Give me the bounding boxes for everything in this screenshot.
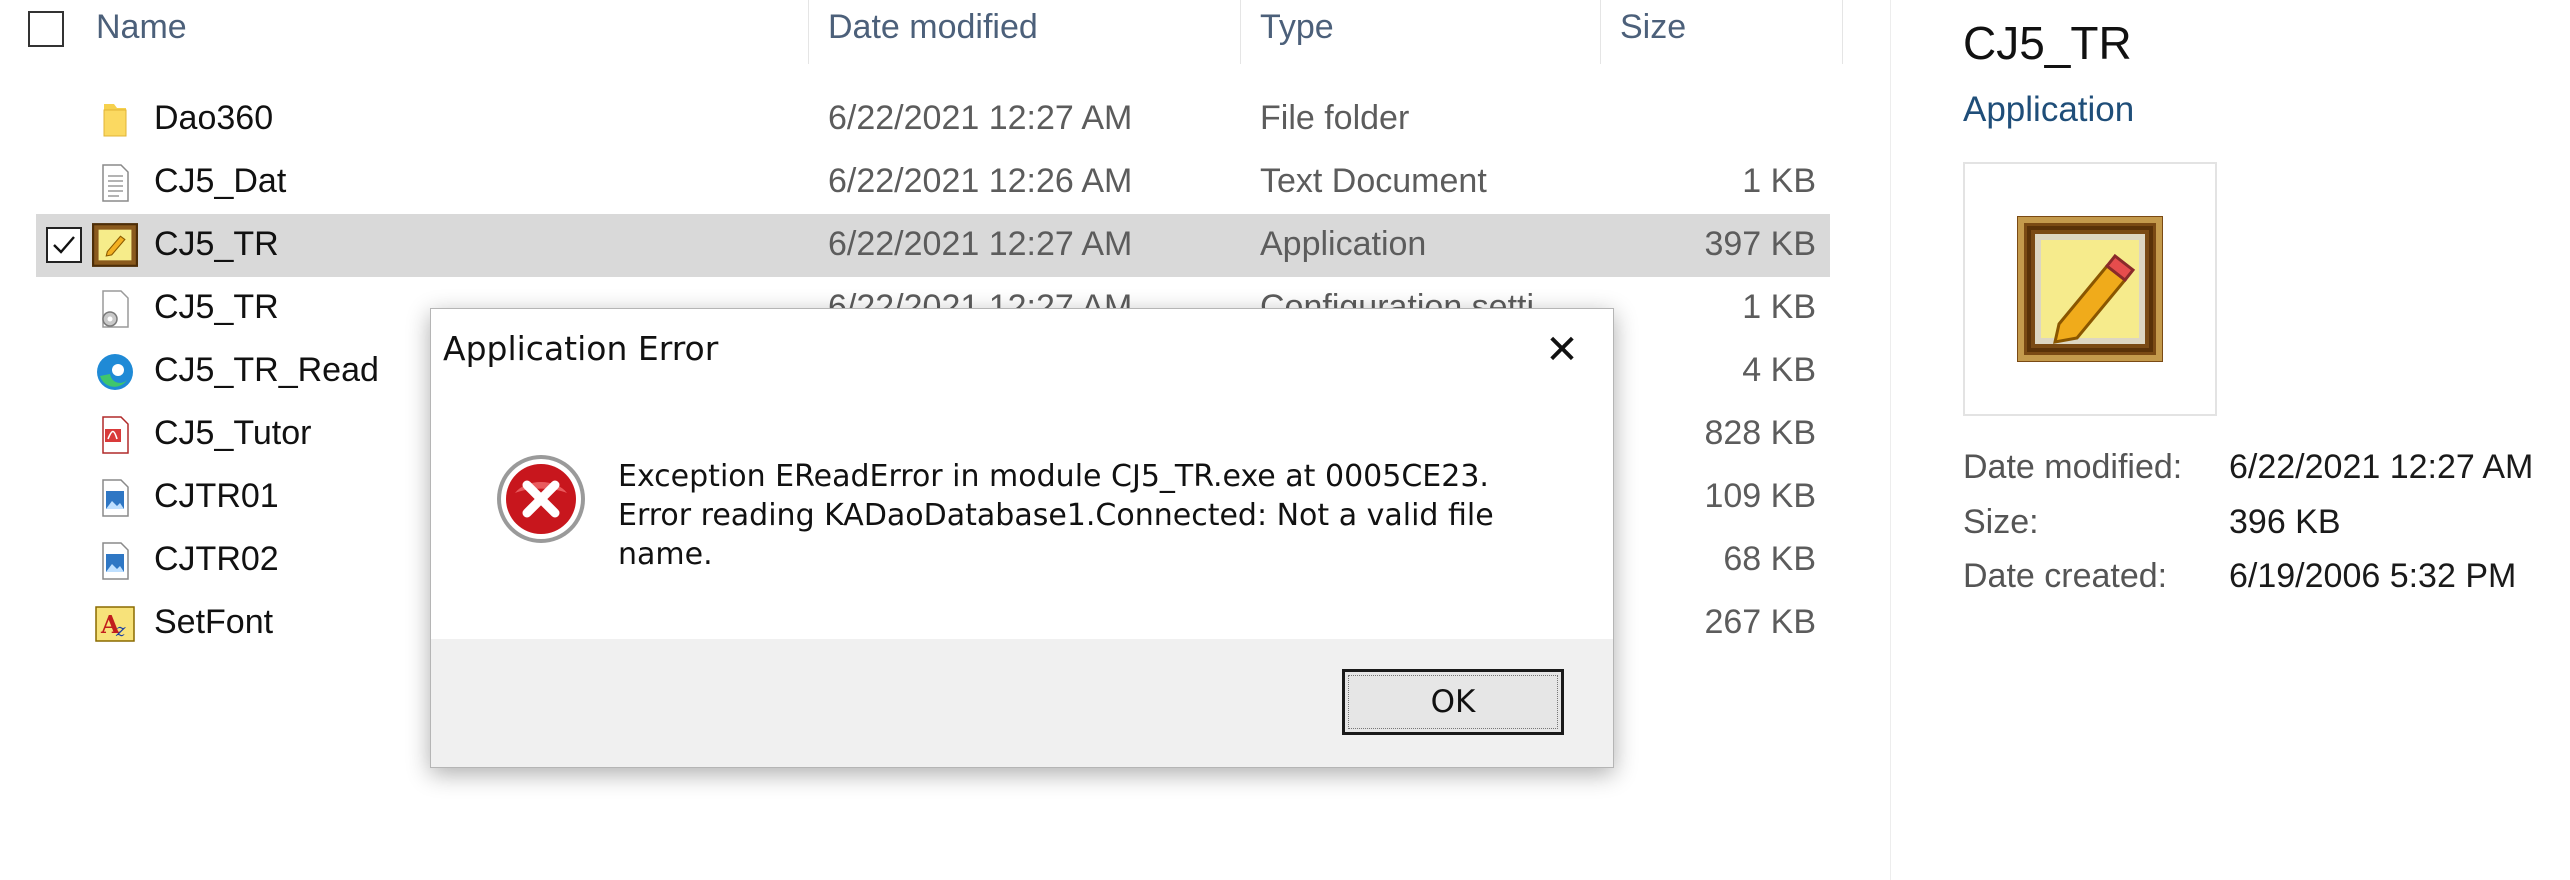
edge-browser-icon bbox=[97, 354, 133, 390]
column-divider[interactable] bbox=[1842, 0, 1843, 64]
ok-button[interactable]: OK bbox=[1342, 669, 1564, 735]
image-file-icon bbox=[102, 542, 129, 580]
details-label-date-modified: Date modified: bbox=[1963, 448, 2183, 486]
column-header-type[interactable]: Type bbox=[1260, 8, 1334, 47]
file-row-cj5-dat[interactable]: CJ5_Dat 6/22/2021 12:26 AM Text Document… bbox=[36, 151, 1830, 214]
svg-text:z: z bbox=[115, 620, 126, 641]
column-header-date-modified[interactable]: Date modified bbox=[828, 8, 1038, 47]
close-icon[interactable]: ✕ bbox=[1533, 321, 1591, 379]
error-icon bbox=[497, 455, 585, 543]
file-type: Text Document bbox=[1260, 162, 1487, 200]
dialog-message-line: Error reading KADaoDatabase1.Connected: … bbox=[618, 498, 1494, 533]
file-type: Application bbox=[1260, 225, 1427, 263]
file-name: CJ5_TR bbox=[154, 288, 279, 326]
file-row-cj5-tr-application[interactable]: CJ5_TR 6/22/2021 12:27 AM Application 39… bbox=[36, 214, 1830, 277]
details-thumbnail bbox=[1963, 162, 2217, 416]
file-size: 267 KB bbox=[1704, 603, 1816, 641]
details-title: CJ5_TR bbox=[1963, 17, 2132, 69]
checkmark-icon bbox=[53, 236, 75, 254]
dialog-button-bar: OK bbox=[431, 639, 1613, 767]
file-name: CJTR01 bbox=[154, 477, 279, 515]
file-size: 397 KB bbox=[1704, 225, 1816, 263]
file-name: CJ5_Tutor bbox=[154, 414, 312, 452]
dialog-message-line: name. bbox=[618, 537, 713, 572]
details-pane: CJ5_TR Application Date modified: 6/22/2… bbox=[1890, 0, 2570, 880]
file-date-modified: 6/22/2021 12:27 AM bbox=[828, 225, 1133, 263]
file-row-dao360[interactable]: Dao360 6/22/2021 12:27 AM File folder bbox=[36, 88, 1830, 151]
folder-icon bbox=[103, 104, 127, 137]
file-date-modified: 6/22/2021 12:27 AM bbox=[828, 99, 1133, 137]
file-size: 68 KB bbox=[1723, 540, 1816, 578]
row-checkbox[interactable] bbox=[46, 227, 82, 263]
details-value-date-created: 6/19/2006 5:32 PM bbox=[2229, 557, 2517, 595]
font-app-icon: A z bbox=[95, 606, 135, 642]
config-settings-icon bbox=[102, 290, 129, 328]
file-name: CJ5_TR bbox=[154, 225, 279, 263]
details-label-date-created: Date created: bbox=[1963, 557, 2168, 595]
details-value-date-modified: 6/22/2021 12:27 AM bbox=[2229, 448, 2534, 486]
file-size: 4 KB bbox=[1742, 351, 1816, 389]
dialog-message: Exception EReadError in module CJ5_TR.ex… bbox=[618, 457, 1548, 574]
file-type: File folder bbox=[1260, 99, 1410, 137]
file-date-modified: 6/22/2021 12:26 AM bbox=[828, 162, 1133, 200]
file-name: CJ5_Dat bbox=[154, 162, 287, 200]
application-icon bbox=[92, 223, 138, 267]
file-name: SetFont bbox=[154, 603, 274, 641]
details-label-size: Size: bbox=[1963, 503, 2039, 541]
file-size: 1 KB bbox=[1742, 162, 1816, 200]
text-document-icon bbox=[102, 164, 129, 202]
details-file-type: Application bbox=[1963, 90, 2135, 129]
details-value-size: 396 KB bbox=[2229, 503, 2341, 541]
column-divider[interactable] bbox=[1240, 0, 1241, 64]
select-all-checkbox[interactable] bbox=[28, 11, 64, 47]
file-size: 109 KB bbox=[1704, 477, 1816, 515]
column-divider[interactable] bbox=[1600, 0, 1601, 64]
file-name: Dao360 bbox=[154, 99, 274, 137]
file-size: 1 KB bbox=[1742, 288, 1816, 326]
column-divider[interactable] bbox=[808, 0, 809, 64]
pdf-document-icon bbox=[102, 416, 129, 454]
file-size: 828 KB bbox=[1704, 414, 1816, 452]
dialog-title: Application Error bbox=[443, 329, 719, 368]
column-header-size[interactable]: Size bbox=[1620, 8, 1686, 47]
file-name: CJ5_TR_Read bbox=[154, 351, 379, 389]
application-error-dialog: Application Error ✕ Exception EReadError… bbox=[430, 308, 1614, 768]
image-file-icon bbox=[102, 479, 129, 517]
application-icon bbox=[2017, 216, 2163, 362]
file-name: CJTR02 bbox=[154, 540, 279, 578]
column-header-name[interactable]: Name bbox=[96, 8, 187, 47]
dialog-message-line: Exception EReadError in module CJ5_TR.ex… bbox=[618, 459, 1489, 494]
